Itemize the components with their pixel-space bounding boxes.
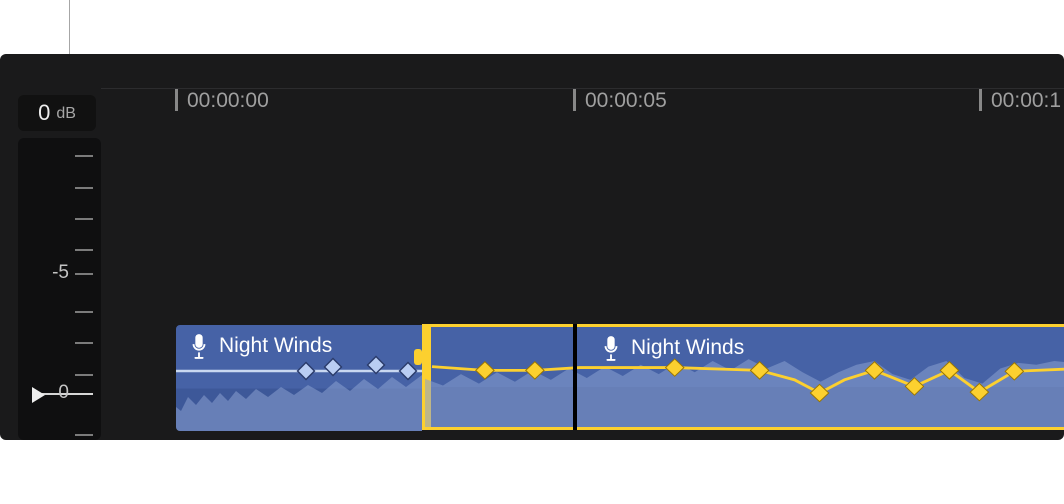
ruler-timecode: 00:00:05 [585, 89, 667, 113]
scale-tick [75, 434, 93, 436]
ruler-timecode: 00:00:1 [991, 89, 1061, 113]
time-ruler[interactable]: 00:00:00 00:00:05 00:00:1 [101, 88, 1064, 131]
scale-tick [75, 273, 93, 275]
timeline-panel: 0 dB -5 0 00:00:00 00:00:05 00:00:1 Night W… [0, 54, 1064, 440]
scale-tick [75, 249, 93, 251]
audio-clip-selected[interactable]: Night Winds [422, 324, 1064, 430]
ruler-tick [175, 89, 178, 111]
clip-label: Night Winds [188, 333, 332, 359]
tracks-area: Night Winds Night Winds [175, 324, 1064, 430]
scale-tick [75, 155, 93, 157]
volume-db-unit: dB [56, 105, 76, 123]
microphone-icon [188, 333, 210, 359]
volume-db-value: 0 [38, 100, 50, 126]
scale-zero-marker-icon[interactable] [32, 387, 45, 403]
scale-label: -5 [52, 262, 69, 284]
clip-label: Night Winds [600, 335, 744, 361]
scale-tick [75, 374, 93, 376]
volume-db-badge[interactable]: 0 dB [18, 95, 96, 131]
clip-graphics [425, 327, 1064, 427]
audio-clip[interactable]: Night Winds [175, 324, 423, 432]
ruler-timecode: 00:00:00 [187, 89, 269, 113]
clip-name: Night Winds [631, 336, 744, 360]
ruler-tick [573, 89, 576, 111]
scale-tick [75, 311, 93, 313]
scale-tick [75, 342, 93, 344]
scale-label: 0 [58, 382, 69, 404]
ruler-tick [979, 89, 982, 111]
volume-scale: -5 0 [18, 138, 101, 440]
microphone-icon [600, 335, 622, 361]
scale-tick [75, 187, 93, 189]
scale-tick [75, 218, 93, 220]
clip-split-line[interactable] [573, 324, 577, 430]
clip-name: Night Winds [219, 334, 332, 358]
